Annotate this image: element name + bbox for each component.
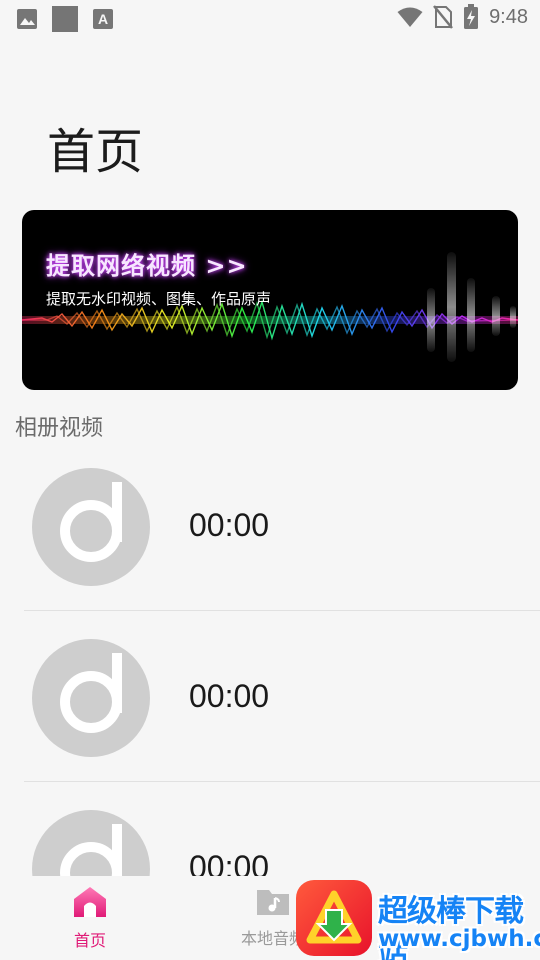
list-item[interactable]: 00:00 bbox=[0, 440, 540, 611]
banner-subtitle: 提取无水印视频、图集、作品原声 bbox=[46, 290, 272, 308]
watermark-logo bbox=[296, 880, 372, 956]
section-title: 相册视频 bbox=[15, 416, 104, 441]
a-box-icon: A bbox=[93, 9, 113, 29]
svg-text:A: A bbox=[98, 11, 108, 27]
home-icon bbox=[74, 887, 106, 917]
status-time: 9:48 bbox=[489, 5, 528, 28]
music-disc-icon bbox=[32, 468, 150, 586]
extract-video-banner[interactable]: 提取网络视频 >> 提取无水印视频、图集、作品原声 bbox=[22, 210, 518, 390]
banner-title: 提取网络视频 >> bbox=[46, 252, 248, 280]
download-arrow-icon bbox=[306, 890, 362, 944]
wifi-icon bbox=[397, 7, 423, 27]
status-left-icons: A bbox=[16, 6, 114, 32]
status-bar: A 9:48 bbox=[0, 0, 540, 36]
list-item[interactable]: 00:00 bbox=[0, 611, 540, 782]
no-sim-icon bbox=[433, 5, 454, 29]
video-duration: 00:00 bbox=[189, 507, 270, 543]
screen: A 9:48 首页 提取网络视频 >> 提取无水印视频、图集、作品原声 相册视频… bbox=[0, 0, 540, 960]
watermark-url: www.cjbwh.com bbox=[378, 926, 540, 952]
music-folder-icon bbox=[257, 890, 289, 915]
status-right-icons: 9:48 bbox=[397, 4, 528, 30]
page-title: 首页 bbox=[47, 124, 144, 180]
battery-charging-icon bbox=[464, 4, 479, 29]
image-icon bbox=[17, 9, 37, 29]
nav-home[interactable]: 首页 bbox=[60, 886, 120, 951]
watermark: 超级棒下载站 www.cjbwh.com bbox=[296, 880, 540, 960]
video-duration: 00:00 bbox=[189, 678, 270, 714]
nav-home-label: 首页 bbox=[73, 931, 106, 950]
music-disc-icon bbox=[32, 639, 150, 757]
notification-thumbnail-icon bbox=[52, 6, 78, 32]
